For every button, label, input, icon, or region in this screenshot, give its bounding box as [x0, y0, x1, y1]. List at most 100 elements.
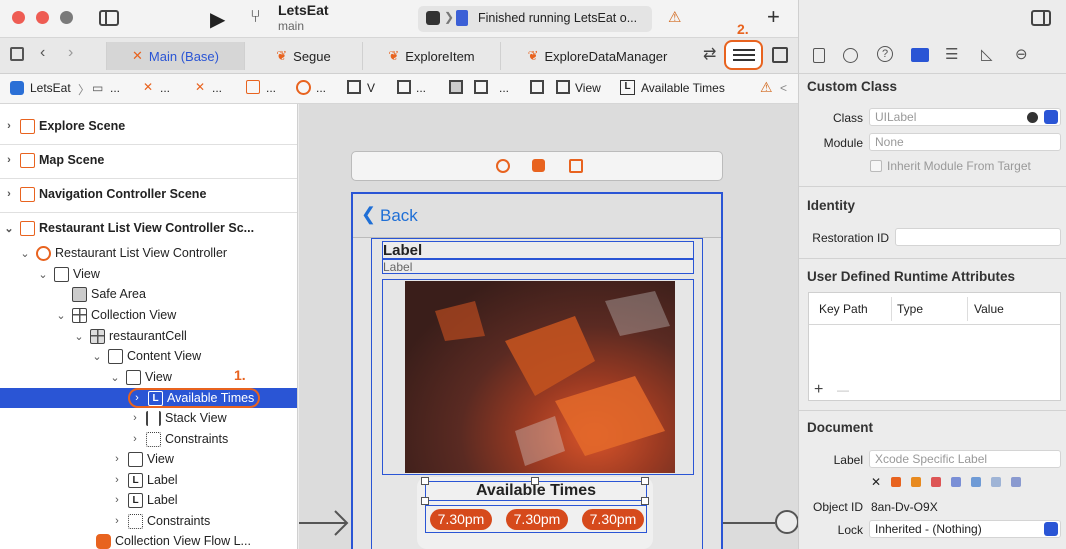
- outline-item-constraints[interactable]: › Constraints: [0, 429, 297, 449]
- time-button[interactable]: 7.30pm: [582, 509, 644, 530]
- close-window-button[interactable]: [12, 11, 25, 24]
- first-responder-icon[interactable]: [532, 159, 545, 172]
- remove-attribute-button[interactable]: —: [837, 383, 849, 397]
- size-inspector-icon[interactable]: ◺: [981, 45, 993, 63]
- back-nav-icon[interactable]: ‹: [40, 44, 45, 62]
- swatch-pink[interactable]: [931, 477, 941, 487]
- module-field[interactable]: None: [869, 133, 1061, 151]
- attributes-inspector-icon[interactable]: ☰: [945, 45, 958, 63]
- outline-item-view-2[interactable]: ⌄ View: [0, 367, 297, 387]
- jump-root[interactable]: LetsEat: [30, 81, 71, 95]
- outline-section-map[interactable]: › Map Scene: [0, 150, 297, 170]
- file-inspector-icon[interactable]: [813, 48, 825, 63]
- history-inspector-icon[interactable]: [843, 48, 858, 63]
- zoom-window-button[interactable]: [60, 11, 73, 24]
- warning-icon[interactable]: ⚠: [760, 79, 773, 96]
- interface-builder-canvas[interactable]: ❮ Back Label Label Available Times 7.30p…: [299, 104, 798, 549]
- swatch-gray[interactable]: [1011, 477, 1021, 487]
- col-type[interactable]: Type: [897, 302, 923, 316]
- connections-inspector-icon[interactable]: ⊖: [1015, 45, 1028, 63]
- add-editor-icon[interactable]: [772, 47, 788, 63]
- tab-segue[interactable]: ❦ Segue: [244, 42, 362, 70]
- tab-exploreitem[interactable]: ❦ ExploreItem: [362, 42, 500, 70]
- add-attribute-button[interactable]: +: [814, 381, 823, 399]
- no-label-icon[interactable]: ✕: [871, 475, 881, 489]
- outline-item-safe-area[interactable]: Safe Area: [0, 284, 297, 304]
- resize-handle[interactable]: [421, 497, 429, 505]
- time-button[interactable]: 7.30pm: [430, 509, 492, 530]
- jump-view2[interactable]: View: [575, 81, 601, 95]
- resize-handle[interactable]: [421, 477, 429, 485]
- inspector-toggle-icon[interactable]: [1031, 10, 1051, 26]
- restoration-id-field[interactable]: [895, 228, 1061, 246]
- identity-inspector-icon[interactable]: [911, 48, 929, 62]
- jump-ellipsis[interactable]: ...: [499, 81, 509, 95]
- lock-popup[interactable]: Inherited - (Nothing): [869, 520, 1061, 538]
- restaurant-image[interactable]: [405, 281, 675, 473]
- outline-item-collection-view[interactable]: ⌄ Collection View: [0, 305, 297, 325]
- collection-cell[interactable]: Label Label Available Times 7.30pm 7.30p…: [371, 238, 703, 549]
- warning-icon[interactable]: ⚠: [668, 8, 681, 26]
- chevron-left-icon[interactable]: <: [780, 81, 787, 95]
- grid-icon[interactable]: [10, 47, 24, 61]
- outline-section-explore[interactable]: › Explore Scene: [0, 116, 297, 136]
- outline-item-vc[interactable]: ⌄ Restaurant List View Controller: [0, 243, 297, 263]
- inherit-checkbox[interactable]: [870, 160, 882, 172]
- add-icon[interactable]: +: [767, 4, 780, 30]
- col-keypath[interactable]: Key Path: [819, 302, 868, 316]
- cell-subtitle-label[interactable]: Label: [382, 259, 694, 274]
- help-inspector-icon[interactable]: ?: [877, 46, 893, 62]
- activity-status[interactable]: ❯ Finished running LetsEat o...: [418, 6, 652, 32]
- navigator-toggle-icon[interactable]: [99, 10, 119, 26]
- outline-item-available-times[interactable]: › L Available Times: [0, 388, 297, 408]
- outline-item-stack-view[interactable]: › Stack View: [0, 408, 297, 428]
- class-field[interactable]: UILabel: [869, 108, 1061, 126]
- cell-title-label[interactable]: Label: [382, 241, 694, 259]
- view-controller-icon[interactable]: [496, 159, 510, 173]
- jump-ellipsis[interactable]: ...: [160, 81, 170, 95]
- outline-item-view-3[interactable]: › View: [0, 449, 297, 469]
- swatch-red[interactable]: [891, 477, 901, 487]
- outline-item-label-1[interactable]: › L Label: [0, 470, 297, 490]
- forward-nav-icon[interactable]: ›: [68, 44, 73, 62]
- outline-item-restaurant-cell[interactable]: ⌄ restaurantCell: [0, 326, 297, 346]
- back-chevron-icon[interactable]: ❮: [361, 204, 376, 225]
- outline-item-label-2[interactable]: › L Label: [0, 490, 297, 510]
- col-value[interactable]: Value: [974, 302, 1004, 316]
- exit-icon[interactable]: [569, 159, 583, 173]
- chevron-down-icon: ⌄: [56, 309, 66, 322]
- outline-section-restaurant-list[interactable]: ⌄ Restaurant List View Controller Sc...: [0, 218, 297, 238]
- outline-item-content-view[interactable]: ⌄ Content View: [0, 346, 297, 366]
- outline-item-constraints-2[interactable]: › Constraints: [0, 511, 297, 531]
- time-button[interactable]: 7.30pm: [506, 509, 568, 530]
- minimize-window-button[interactable]: [36, 11, 49, 24]
- doc-label-field[interactable]: Xcode Specific Label: [869, 450, 1061, 468]
- back-button[interactable]: Back: [380, 206, 418, 226]
- tab-main[interactable]: ✕ Main (Base): [106, 42, 244, 70]
- outline-section-navigation[interactable]: › Navigation Controller Scene: [0, 184, 297, 204]
- related-items-icon[interactable]: ⇄: [703, 44, 716, 64]
- jump-ellipsis[interactable]: ...: [316, 81, 326, 95]
- jump-ellipsis[interactable]: ...: [416, 81, 426, 95]
- resize-handle[interactable]: [531, 477, 539, 485]
- swatch-blue[interactable]: [971, 477, 981, 487]
- resize-handle[interactable]: [641, 477, 649, 485]
- swatch-light-blue[interactable]: [991, 477, 1001, 487]
- jump-current[interactable]: Available Times: [641, 81, 725, 95]
- segue-icon[interactable]: [775, 510, 798, 534]
- editor-options-button[interactable]: [724, 40, 763, 70]
- resize-handle[interactable]: [641, 497, 649, 505]
- times-stack-view[interactable]: 7.30pm 7.30pm 7.30pm: [425, 505, 647, 533]
- swatch-purple[interactable]: [951, 477, 961, 487]
- jump-ellipsis[interactable]: ...: [212, 81, 222, 95]
- jump-view[interactable]: V: [367, 81, 375, 95]
- tab-exploredatamanager[interactable]: ❦ ExploreDataManager: [500, 42, 694, 70]
- segue-arrow-icon[interactable]: [299, 503, 359, 543]
- swatch-orange[interactable]: [911, 477, 921, 487]
- jump-ellipsis[interactable]: ...: [266, 81, 276, 95]
- runtime-attributes-table[interactable]: Key Path Type Value + —: [808, 292, 1061, 401]
- jump-ellipsis[interactable]: ...: [110, 81, 120, 95]
- outline-item-flow-layout[interactable]: Collection View Flow L...: [0, 531, 297, 549]
- run-icon[interactable]: ▶: [210, 7, 225, 32]
- outline-item-view[interactable]: ⌄ View: [0, 264, 297, 284]
